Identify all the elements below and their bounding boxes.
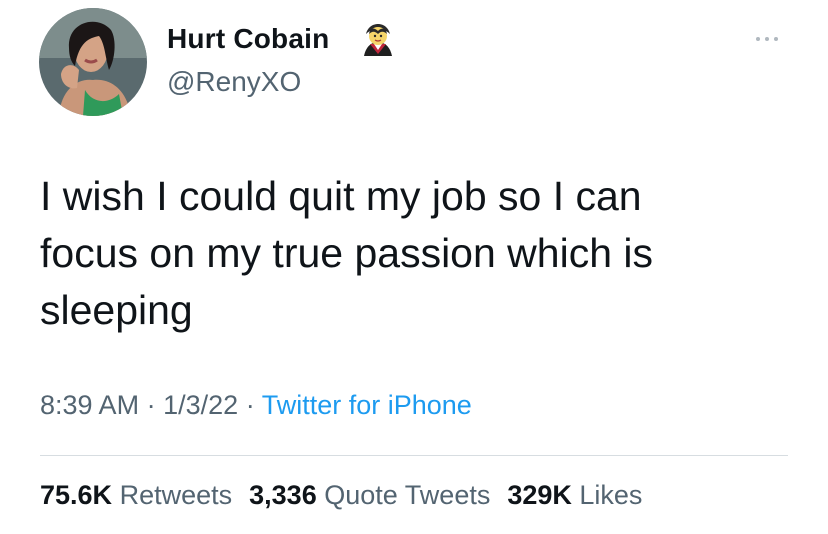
tweet-text-line: I wish I could quit my job so I can	[40, 173, 642, 219]
tweet-source-link[interactable]: Twitter for iPhone	[262, 390, 472, 420]
tweet-meta: 8:39 AM · 1/3/22 · Twitter for iPhone	[40, 390, 472, 421]
author-handle[interactable]: @RenyXO	[167, 66, 301, 98]
meta-separator: ·	[245, 390, 255, 420]
avatar[interactable]	[39, 8, 147, 116]
retweets-label: Retweets	[119, 480, 233, 510]
tweet-text: I wish I could quit my job so I can focu…	[40, 168, 760, 339]
tweet-text-line: focus on my true passion which is	[40, 230, 653, 276]
ellipsis-icon	[774, 37, 778, 41]
meta-separator: ·	[146, 390, 156, 420]
quote-tweets-label: Quote Tweets	[324, 480, 491, 510]
likes-stat[interactable]: 329K Likes	[507, 480, 642, 510]
tweet-date[interactable]: 1/3/22	[163, 390, 238, 420]
tweet-time[interactable]: 8:39 AM	[40, 390, 139, 420]
tweet-stats: 75.6K Retweets 3,336 Quote Tweets 329K Lik…	[40, 480, 642, 511]
more-options-button[interactable]	[750, 28, 784, 50]
quote-tweets-stat[interactable]: 3,336 Quote Tweets	[249, 480, 490, 510]
divider	[40, 455, 788, 456]
vampire-emoji-icon	[360, 22, 396, 58]
likes-count: 329K	[507, 480, 572, 510]
ellipsis-icon	[765, 37, 769, 41]
quote-tweets-count: 3,336	[249, 480, 317, 510]
retweets-count: 75.6K	[40, 480, 113, 510]
likes-label: Likes	[579, 480, 643, 510]
display-name[interactable]: Hurt Cobain	[167, 23, 329, 55]
ellipsis-icon	[756, 37, 760, 41]
retweets-stat[interactable]: 75.6K Retweets	[40, 480, 232, 510]
profile-photo	[39, 8, 147, 116]
tweet-text-line: sleeping	[40, 287, 193, 333]
